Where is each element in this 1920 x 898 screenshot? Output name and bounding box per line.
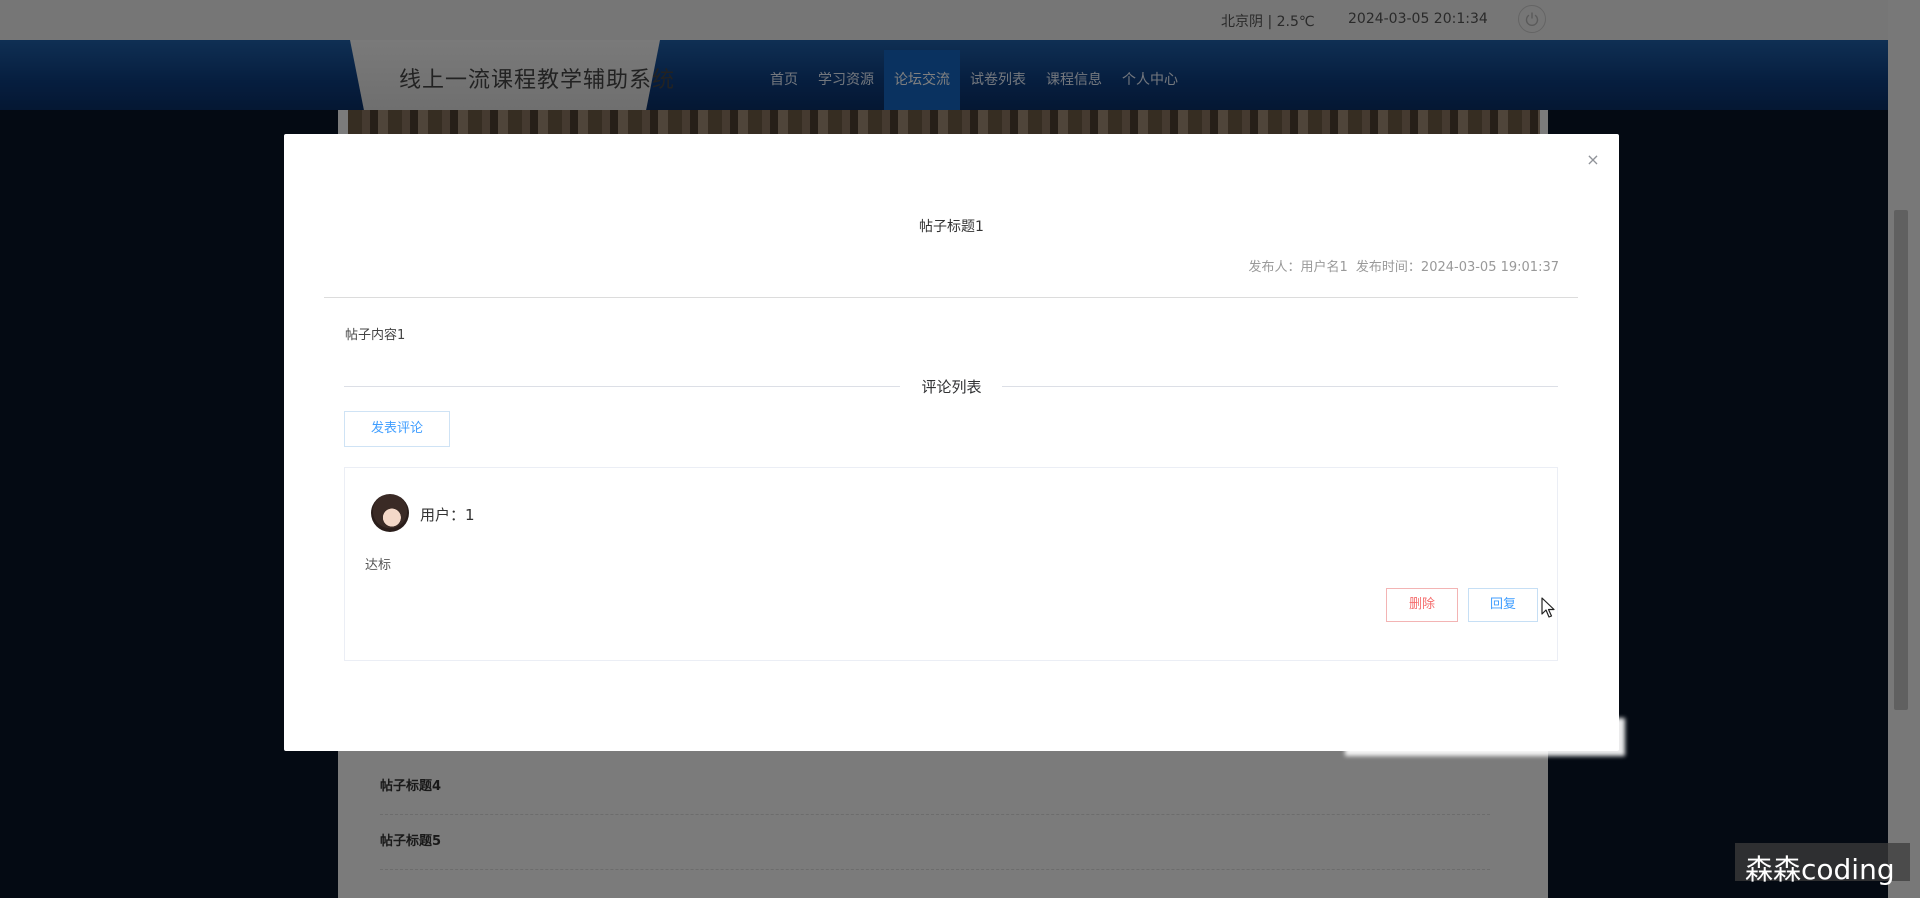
publish-time-label: 发布时间： (1355, 260, 1421, 275)
post-detail-dialog: × 帖子标题1 发布人：用户名1 发布时间：2024-03-05 19:01:3… (284, 134, 1619, 751)
delete-comment-button[interactable]: 删除 (1386, 588, 1458, 622)
avatar (371, 494, 409, 532)
post-comment-button[interactable]: 发表评论 (344, 411, 450, 447)
comment-user: 用户：1 (420, 506, 475, 524)
post-title: 帖子标题1 (919, 219, 984, 235)
comment-section-heading: 评论列表 (284, 376, 1619, 397)
divider (324, 297, 1578, 298)
publish-time: 2024-03-05 19:01:37 (1420, 260, 1559, 275)
publisher-name: 用户名1 (1300, 260, 1348, 275)
reply-comment-button[interactable]: 回复 (1468, 588, 1538, 622)
comment-item: 用户：1 达标 删除 回复 (344, 467, 1558, 661)
close-icon[interactable]: × (1585, 152, 1601, 168)
mouse-cursor-icon (1541, 597, 1555, 618)
watermark-text: 森森coding (1745, 853, 1895, 886)
post-meta: 发布人：用户名1 发布时间：2024-03-05 19:01:37 (1244, 256, 1559, 275)
post-content: 帖子内容1 (345, 328, 406, 343)
comment-text: 达标 (365, 558, 392, 573)
publisher-label: 发布人： (1248, 260, 1301, 275)
comment-section-title: 评论列表 (903, 378, 1000, 396)
blurred-overlay (1345, 718, 1625, 756)
